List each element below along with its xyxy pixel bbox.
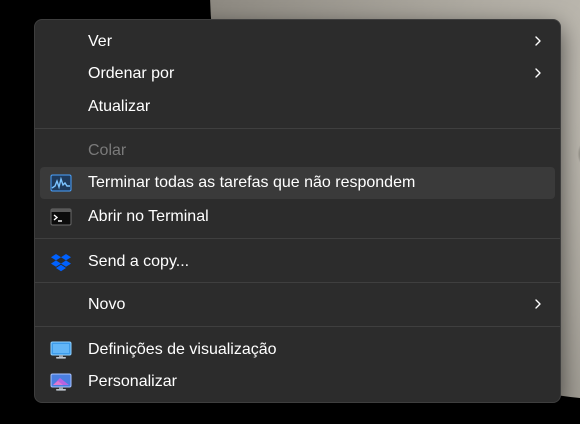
menu-separator: [35, 238, 560, 239]
dropbox-icon: [51, 254, 71, 272]
desktop[interactable]: Ver Ordenar por Atualizar Colar Terminar…: [0, 0, 580, 424]
display-settings-icon: [50, 341, 72, 359]
menu-separator: [35, 326, 560, 327]
menu-item-label: Colar: [88, 142, 127, 159]
chevron-right-icon: [535, 68, 541, 78]
chevron-right-icon: [535, 36, 541, 46]
menu-item-send-a-copy[interactable]: Send a copy...: [40, 246, 555, 278]
menu-item-terminar-tarefas[interactable]: Terminar todas as tarefas que não respon…: [40, 167, 555, 199]
menu-item-label: Personalizar: [88, 373, 177, 390]
menu-item-novo[interactable]: Novo: [40, 289, 555, 321]
context-menu: Ver Ordenar por Atualizar Colar Terminar…: [34, 19, 561, 403]
menu-item-ordenar-por[interactable]: Ordenar por: [40, 58, 555, 90]
menu-item-label: Abrir no Terminal: [88, 208, 209, 225]
menu-item-definicoes-visualizacao[interactable]: Definições de visualização: [40, 334, 555, 366]
menu-item-label: Atualizar: [88, 98, 151, 115]
menu-item-colar: Colar: [40, 135, 555, 167]
menu-item-personalizar[interactable]: Personalizar: [40, 366, 555, 398]
menu-item-label: Ordenar por: [88, 65, 175, 82]
terminal-icon: [50, 208, 72, 226]
chevron-right-icon: [535, 299, 541, 309]
menu-item-label: Ver: [88, 33, 113, 50]
personalize-icon: [50, 373, 72, 391]
menu-separator: [35, 128, 560, 129]
menu-item-atualizar[interactable]: Atualizar: [40, 91, 555, 123]
menu-item-label: Terminar todas as tarefas que não respon…: [88, 174, 416, 191]
menu-item-label: Definições de visualização: [88, 341, 277, 358]
menu-item-ver[interactable]: Ver: [40, 26, 555, 58]
menu-separator: [35, 282, 560, 283]
menu-item-label: Novo: [88, 296, 126, 313]
menu-item-label: Send a copy...: [88, 253, 190, 270]
task-manager-icon: [50, 174, 72, 192]
menu-item-abrir-terminal[interactable]: Abrir no Terminal: [40, 201, 555, 233]
